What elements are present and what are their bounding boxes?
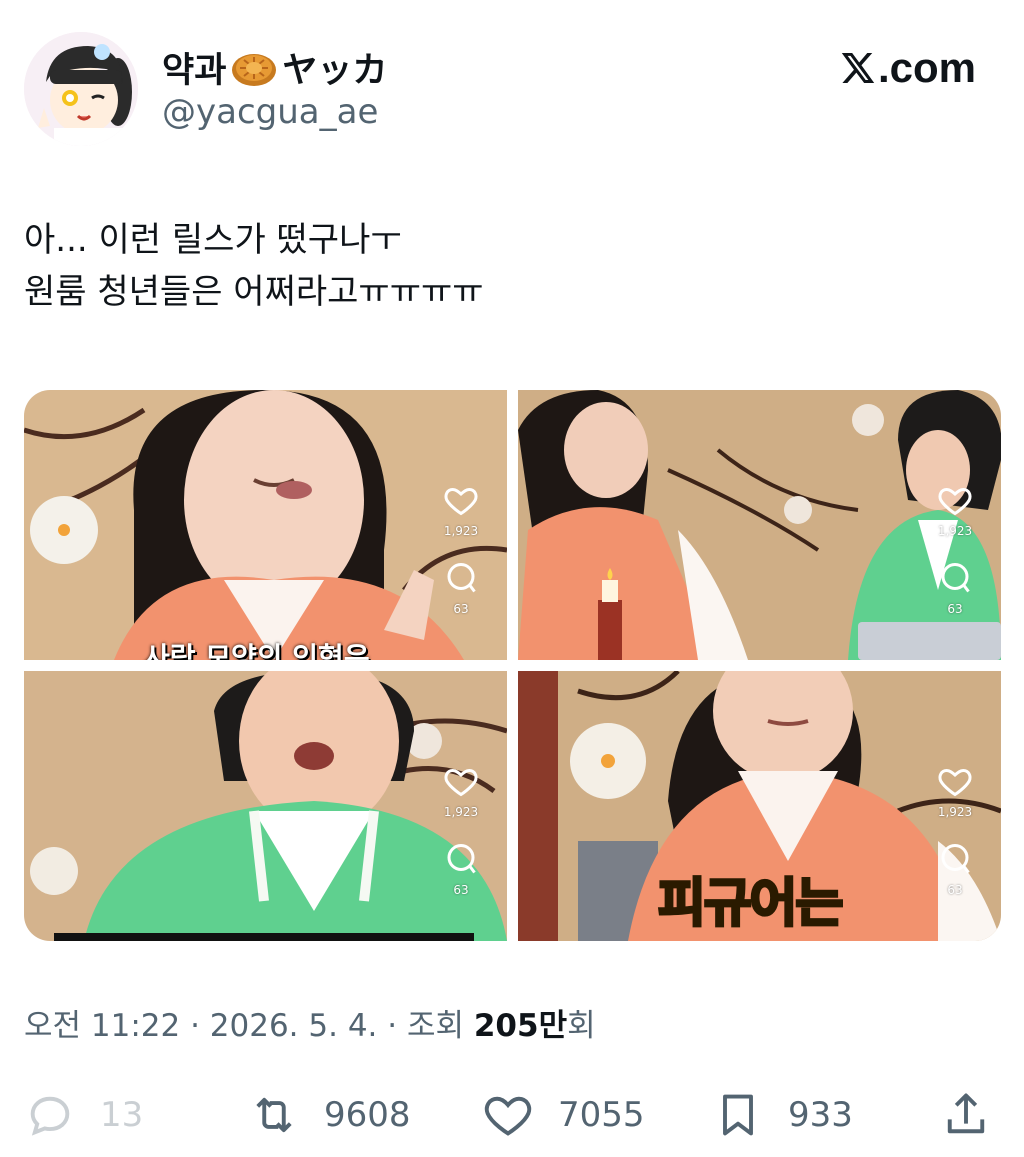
comment-icon[interactable] xyxy=(443,841,479,877)
display-name-suffix: ヤッカ xyxy=(282,51,388,91)
display-name-prefix: 약과 xyxy=(162,51,227,91)
reel-comment-count: 63 xyxy=(453,883,469,897)
video-caption: 사람 모양의 인형은 xyxy=(144,641,370,660)
heart-icon[interactable] xyxy=(937,482,973,518)
share-button[interactable] xyxy=(940,1080,1016,1150)
x-com-brand: .com xyxy=(840,44,976,92)
display-name[interactable]: 약과 ヤッカ xyxy=(162,42,387,93)
media-item-4[interactable]: 1,923 63 피규어는 xyxy=(518,671,1001,941)
reel-like-count: 1,923 xyxy=(937,524,973,538)
x-com-label: .com xyxy=(877,44,976,91)
user-handle[interactable]: @yacgua_ae xyxy=(162,92,378,132)
tweet-text: 아... 이런 릴스가 떴구나ㅜ 원룸 청년들은 어쩌라고ㅠㅠㅠㅠ xyxy=(24,214,984,318)
comment-icon[interactable] xyxy=(937,841,973,877)
tweet-meta: 오전 11:22 · 2026. 5. 4. · 조회 205만회 xyxy=(24,1000,596,1045)
video-caption: 피규어는 xyxy=(656,873,844,936)
like-button[interactable]: 7055 xyxy=(482,1080,645,1150)
heart-icon[interactable] xyxy=(937,763,973,799)
heart-icon[interactable] xyxy=(443,763,479,799)
reel-comment-count: 63 xyxy=(453,602,469,616)
reel-overlay-2: 1,923 63 xyxy=(929,482,981,638)
reel-overlay-3: 1,923 63 xyxy=(435,763,487,919)
comment-icon[interactable] xyxy=(443,560,479,596)
reply-icon xyxy=(30,1096,70,1136)
reel-overlay-4: 1,923 63 xyxy=(929,763,981,919)
reel-comment-count: 63 xyxy=(947,883,963,897)
reply-count: 13 xyxy=(100,1095,144,1135)
retweet-count: 9608 xyxy=(324,1095,411,1135)
heart-icon[interactable] xyxy=(443,482,479,518)
x-logo-icon xyxy=(841,53,875,83)
tweet-line-1: 아... 이런 릴스가 떴구나ㅜ xyxy=(24,220,402,260)
reel-like-count: 1,923 xyxy=(443,805,479,819)
avatar-illustration xyxy=(24,32,138,146)
mooncake-emoji-icon xyxy=(230,48,278,88)
tweet-header: 약과 ヤッカ @yacgua_ae .com xyxy=(0,0,1024,170)
media-item-1[interactable]: 1,923 63 사람 모양의 인형은 xyxy=(24,390,507,660)
share-icon xyxy=(947,1093,985,1134)
reel-overlay-1: 1,923 63 xyxy=(435,482,487,638)
media-item-2[interactable]: 1,923 63 xyxy=(518,390,1001,660)
avatar[interactable] xyxy=(24,32,138,146)
view-count: 205만 xyxy=(473,1008,568,1044)
bookmark-button[interactable]: 933 xyxy=(712,1080,853,1150)
view-count-suffix: 회 xyxy=(567,1008,596,1044)
retweet-button[interactable]: 9608 xyxy=(248,1080,411,1150)
media-item-3[interactable]: 1,923 63 xyxy=(24,671,507,941)
retweet-icon xyxy=(256,1097,292,1133)
like-count: 7055 xyxy=(558,1095,645,1135)
reel-like-count: 1,923 xyxy=(937,805,973,819)
bookmark-count: 933 xyxy=(788,1095,853,1135)
tweet-line-2: 원룸 청년들은 어쩌라고ㅠㅠㅠㅠ xyxy=(24,272,484,312)
reply-button[interactable]: 13 xyxy=(24,1080,143,1150)
reel-comment-count: 63 xyxy=(947,602,963,616)
reel-like-count: 1,923 xyxy=(443,524,479,538)
media-grid: 1,923 63 사람 모양의 인형은 1,923 63 1,923 63 1,… xyxy=(24,390,1001,941)
action-bar: 13 9608 7055 933 xyxy=(0,1080,1024,1150)
bookmark-icon xyxy=(723,1094,753,1136)
comment-icon[interactable] xyxy=(937,560,973,596)
timestamp-and-views-label[interactable]: 오전 11:22 · 2026. 5. 4. · 조회 xyxy=(24,1008,474,1044)
heart-icon xyxy=(484,1096,532,1136)
